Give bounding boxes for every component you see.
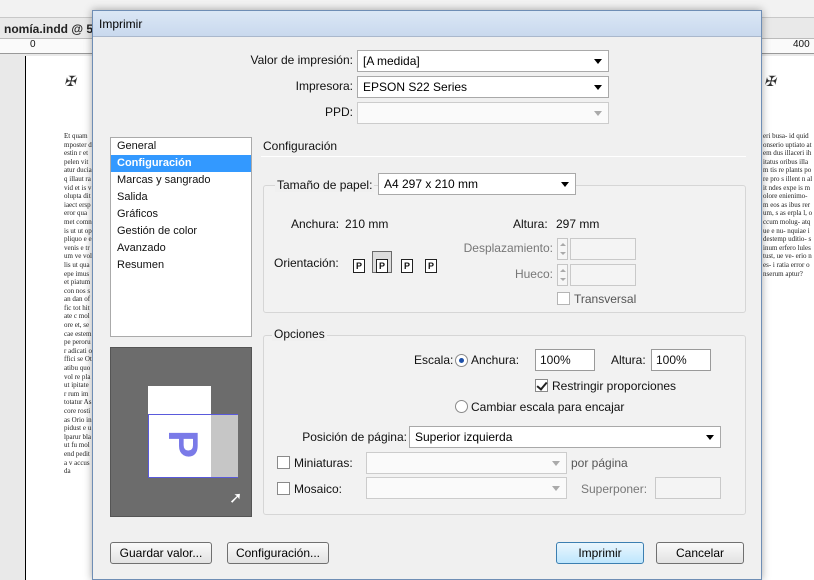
cursor-icon: ➚ [229,490,243,507]
nav-item-3[interactable]: Salida [111,189,251,206]
printer-select[interactable]: EPSON S22 Series [357,76,609,98]
page-ornament-icon: ✠ [64,75,76,90]
ppd-label: PPD: [324,105,353,119]
orientation-reverse-landscape-button[interactable]: P [421,252,441,274]
category-list: General Configuración Marcas y sangrado Sal… [110,137,252,337]
offset-input[interactable] [570,238,636,260]
ruler-label-end: 400 [793,39,810,50]
page-position-label: Posición de página: [302,430,407,444]
height-label: Altura: [513,217,548,231]
nav-item-5[interactable]: Gestión de color [111,223,251,240]
tile-label: Mosaico: [294,482,343,496]
print-button[interactable]: Imprimir [556,542,644,564]
thumbnails-select[interactable] [366,452,567,474]
height-value: 297 mm [556,217,600,231]
page-ornament-icon: ✠ [764,75,776,90]
gap-spinner[interactable] [557,264,568,286]
paper-size-label: Tamaño de papel: [275,178,375,192]
constrain-proportions-checkbox[interactable] [535,379,548,392]
nav-item-4[interactable]: Gráficos [111,206,251,223]
overlap-label: Superponer: [581,482,648,496]
nav-item-0[interactable]: General [111,138,251,155]
preview-overflow [211,415,238,477]
dialog-title: Imprimir [93,11,761,37]
ruler-label-start: 0 [30,39,36,50]
transverse-label: Transversal [574,292,637,306]
printer-label: Impresora: [295,79,353,93]
scale-width-input[interactable]: 100% [535,349,595,371]
orientation-landscape-button[interactable]: P [372,251,392,273]
reverse-landscape-icon: P [425,259,437,273]
scale-to-fit-label: Cambiar escala para encajar [471,400,625,414]
page-text-column-right: eri busa- id quid onserio uptiato atem d… [763,132,813,278]
scale-width-radio[interactable] [455,354,468,367]
width-value: 210 mm [345,217,389,231]
cancel-button[interactable]: Cancelar [656,542,744,564]
setup-divider [261,156,746,157]
printer-value: EPSON S22 Series [363,80,468,94]
scale-width-label: Anchura: [471,353,520,367]
chevron-down-icon [594,111,602,116]
nav-item-2[interactable]: Marcas y sangrado [111,172,251,189]
preview-glyph: P [160,429,208,459]
chevron-down-icon [561,182,569,187]
gap-label: Hueco: [514,267,553,281]
page-preview: P ➚ [110,347,252,517]
paper-size-value: A4 297 x 210 mm [384,177,479,191]
paper-size-select[interactable]: A4 297 x 210 mm [378,173,576,195]
ppd-select[interactable] [357,102,609,124]
page-setup-button[interactable]: Configuración... [227,542,329,564]
orientation-label: Orientación: [274,256,339,270]
nav-item-7[interactable]: Resumen [111,257,251,274]
chevron-down-icon [552,486,560,491]
transverse-checkbox[interactable] [557,292,570,305]
landscape-icon: P [376,259,388,273]
width-label: Anchura: [291,217,340,231]
chevron-down-icon [552,461,560,466]
tile-select[interactable] [366,477,567,499]
scale-height-label: Altura: [611,353,646,367]
scale-to-fit-radio[interactable] [455,400,468,413]
offset-spinner[interactable] [557,238,568,260]
setup-section-title: Configuración [263,139,338,153]
thumbnails-checkbox[interactable] [277,456,290,469]
chevron-down-icon [594,59,602,64]
tile-checkbox[interactable] [277,482,290,495]
save-preset-button[interactable]: Guardar valor... [110,542,212,564]
page-position-value: Superior izquierda [415,430,513,444]
preset-label: Valor de impresión: [250,53,354,67]
offset-label: Desplazamiento: [463,241,553,255]
preview-paper [148,386,211,414]
print-dialog: Imprimir Valor de impresión: [A medida] … [92,10,762,580]
portrait-icon: P [353,259,365,273]
nav-item-1[interactable]: Configuración [111,155,251,172]
page-position-select[interactable]: Superior izquierda [409,426,721,448]
options-section-title: Opciones [272,327,327,341]
preset-select[interactable]: [A medida] [357,50,609,72]
preview-page-area: P [148,414,238,478]
chevron-down-icon [706,435,714,440]
per-page-label: por página [571,456,628,470]
constrain-proportions-label: Restringir proporciones [552,379,677,393]
thumbnails-label: Miniaturas: [294,456,353,470]
gap-input[interactable] [570,264,636,286]
page-text-column-left: Et quam mposter destin r et pelen vit at… [64,132,92,476]
reverse-portrait-icon: P [401,259,413,273]
chevron-down-icon [594,85,602,90]
nav-item-6[interactable]: Avanzado [111,240,251,257]
orientation-portrait-button[interactable]: P [349,252,369,274]
orientation-reverse-portrait-button[interactable]: P [397,252,417,274]
document-tab[interactable]: nomía.indd @ 5 [0,20,100,38]
scale-label: Escala: [414,353,454,367]
preset-value: [A medida] [363,54,420,68]
overlap-input[interactable] [655,477,721,499]
scale-height-input[interactable]: 100% [651,349,711,371]
